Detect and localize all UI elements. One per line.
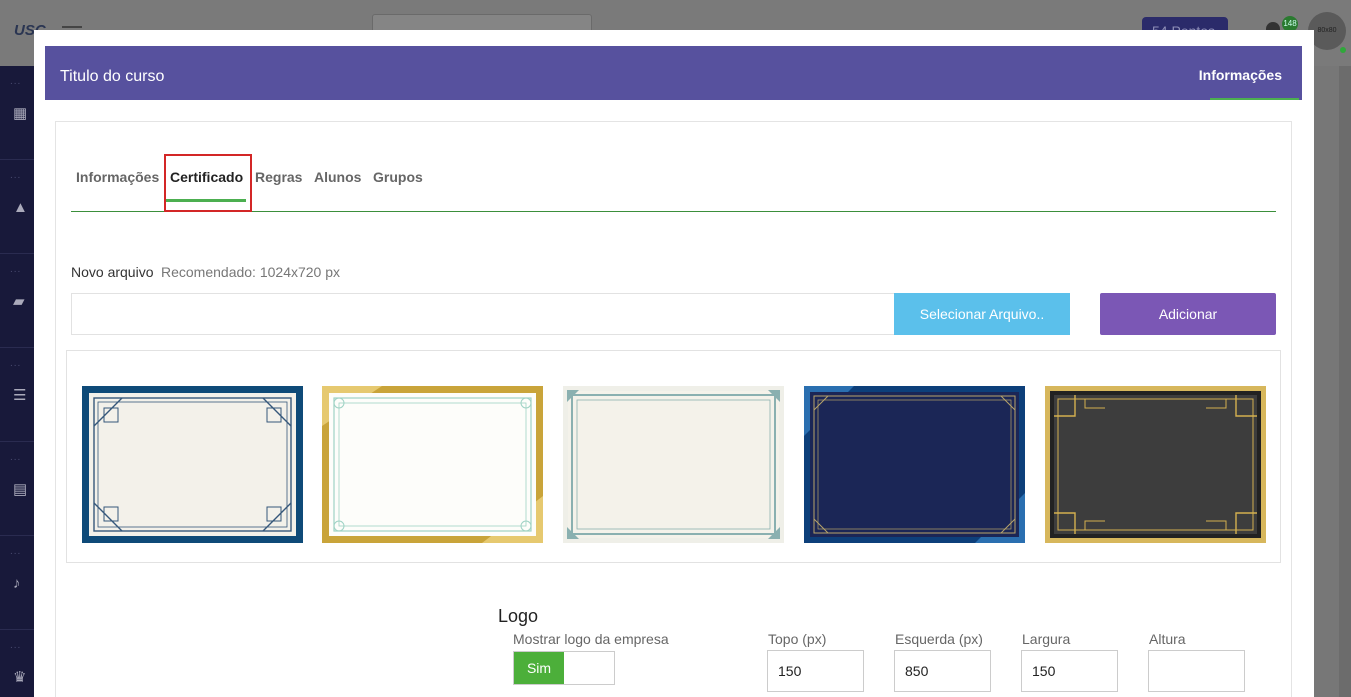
certificate-template[interactable]: [82, 386, 303, 543]
list-icon: ☰: [13, 387, 27, 404]
height-label: Altura: [1149, 631, 1186, 647]
tab-highlight-box: [164, 154, 252, 212]
logo-section-title: Logo: [498, 606, 539, 626]
top-px-label: Topo (px): [768, 631, 827, 647]
left-px-label: Esquerda (px): [895, 631, 983, 647]
sidebar-item-list[interactable]: ... ☰: [0, 348, 34, 442]
left-px-input[interactable]: [894, 650, 991, 692]
show-logo-label: Mostrar logo da empresa: [513, 631, 669, 647]
tab-grupos[interactable]: Grupos: [373, 169, 423, 185]
graduation-cap-icon: ▲: [13, 199, 28, 216]
file-path-input[interactable]: [71, 293, 896, 335]
sidebar-item-courses[interactable]: ... ▲: [0, 160, 34, 254]
book-icon: ▰: [13, 293, 25, 310]
tab-informacoes[interactable]: Informações: [76, 169, 159, 185]
modal-title: Titulo do curso: [60, 68, 165, 85]
tab-alunos[interactable]: Alunos: [314, 169, 361, 185]
width-input[interactable]: [1021, 650, 1118, 692]
top-px-input[interactable]: [767, 650, 864, 692]
online-status-dot: [1340, 47, 1346, 53]
modal-header: Titulo do curso Informações: [45, 46, 1302, 100]
certificate-template[interactable]: [322, 386, 543, 543]
header-tab-underline: [1210, 98, 1299, 100]
trophy-icon: ♛: [13, 669, 27, 686]
sidebar-item-dashboard[interactable]: ... ▦: [0, 66, 34, 160]
sidebar: ... ▦ ... ▲ ... ▰ ... ☰ ... ▤ ... ♪ ... ♛: [0, 66, 34, 697]
sidebar-item-library[interactable]: ... ▰: [0, 254, 34, 348]
width-label: Largura: [1022, 631, 1071, 647]
tab-bar: Informações Certificado Regras Alunos Gr…: [71, 122, 1276, 212]
new-file-label: Novo arquivo: [71, 264, 154, 280]
calendar-icon: ▤: [13, 481, 28, 498]
tab-regras[interactable]: Regras: [255, 169, 302, 185]
bell-icon: ♪: [13, 575, 21, 592]
sidebar-item-notifications[interactable]: ... ♪: [0, 536, 34, 630]
sidebar-item-trophy[interactable]: ... ♛: [0, 630, 34, 697]
header-tab-info[interactable]: Informações: [1199, 67, 1282, 83]
select-file-button[interactable]: Selecionar Arquivo..: [894, 293, 1070, 335]
sidebar-item-calendar[interactable]: ... ▤: [0, 442, 34, 536]
show-logo-toggle[interactable]: Sim: [513, 651, 615, 685]
content-panel: Informações Certificado Regras Alunos Gr…: [55, 121, 1292, 697]
certificate-template-gallery: [66, 350, 1281, 563]
page-scrollbar[interactable]: [1339, 66, 1351, 697]
toggle-on-state: Sim: [514, 652, 564, 684]
certificate-template[interactable]: [804, 386, 1025, 543]
add-button[interactable]: Adicionar: [1100, 293, 1276, 335]
dashboard-icon: ▦: [13, 105, 28, 122]
certificate-template[interactable]: [1045, 386, 1266, 543]
course-modal: Titulo do curso Informações Informações …: [34, 30, 1314, 697]
menu-icon[interactable]: [62, 26, 82, 28]
certificate-template[interactable]: [563, 386, 784, 543]
height-input[interactable]: [1148, 650, 1245, 692]
recommended-size-hint: Recomendado: 1024x720 px: [161, 264, 341, 280]
